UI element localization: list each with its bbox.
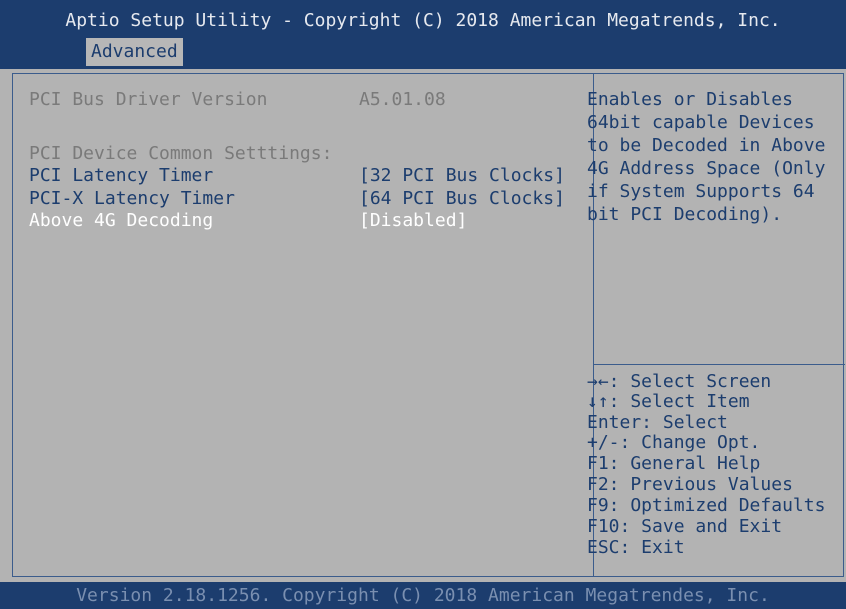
setting-label-pci-latency-timer[interactable]: PCI Latency Timer <box>29 165 213 187</box>
driver-version-value: A5.01.08 <box>359 89 446 110</box>
footer-version: Version 2.18.1256. Copyright (C) 2018 Am… <box>0 582 846 609</box>
key-help-optimized-defaults: F9: Optimized Defaults <box>587 495 826 516</box>
key-help-select-item: ↓↑: Select Item <box>587 391 750 412</box>
help-description-line: to be Decoded in Above <box>587 135 826 156</box>
setting-value-pci-latency-timer[interactable]: [32 PCI Bus Clocks] <box>359 165 565 187</box>
help-description-line: if System Supports 64 <box>587 181 815 202</box>
key-help-change-opt: +/-: Change Opt. <box>587 432 761 453</box>
help-description-line: bit PCI Decoding). <box>587 204 783 225</box>
setting-value-pcix-latency-timer[interactable]: [64 PCI Bus Clocks] <box>359 188 565 210</box>
driver-version-label: PCI Bus Driver Version <box>29 89 268 110</box>
setting-label-above-4g-decoding[interactable]: Above 4G Decoding <box>29 210 213 232</box>
title-bar: Aptio Setup Utility - Copyright (C) 2018… <box>0 0 846 69</box>
key-help-select-screen: →←: Select Screen <box>587 371 772 392</box>
app-title: Aptio Setup Utility - Copyright (C) 2018… <box>65 10 781 31</box>
key-help-enter: Enter: Select <box>587 412 728 433</box>
tab-advanced[interactable]: Advanced <box>86 38 183 66</box>
help-divider-horizontal <box>593 364 845 365</box>
key-help-save-exit: F10: Save and Exit <box>587 516 783 537</box>
key-help-general-help: F1: General Help <box>587 453 761 474</box>
key-help-previous-values: F2: Previous Values <box>587 474 793 495</box>
help-description-line: 4G Address Space (Only <box>587 158 826 179</box>
key-help-escape: ESC: Exit <box>587 537 685 558</box>
setting-label-pcix-latency-timer[interactable]: PCI-X Latency Timer <box>29 188 235 210</box>
help-description-line: Enables or Disables <box>587 89 793 110</box>
help-description-line: 64bit capable Devices <box>587 112 815 133</box>
setup-panel: PCI Bus Driver Version A5.01.08 PCI Devi… <box>0 69 846 582</box>
setting-value-above-4g-decoding[interactable]: [Disabled] <box>359 210 467 232</box>
section-heading: PCI Device Common Setttings: <box>29 143 333 164</box>
